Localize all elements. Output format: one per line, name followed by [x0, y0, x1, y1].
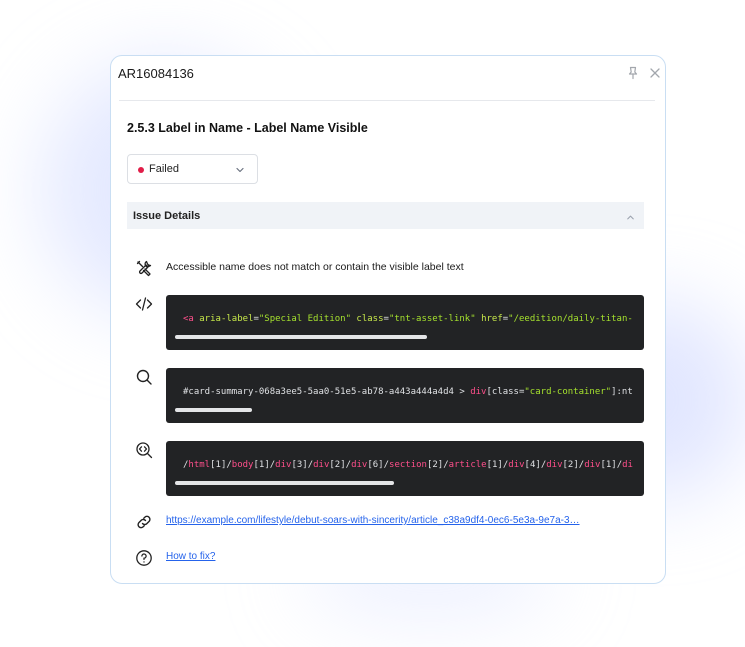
status-dot [138, 167, 144, 173]
snippet-tag: a [188, 314, 194, 324]
selector-suffix: ]:nt [611, 387, 633, 397]
xpath-seg: /section[2] [383, 460, 444, 470]
horizontal-scrollbar[interactable] [175, 335, 427, 339]
pin-icon[interactable] [625, 65, 641, 81]
help-circle-icon [135, 549, 153, 567]
chevron-down-icon [234, 163, 246, 175]
tools-icon [135, 259, 153, 277]
selector-tag: div [470, 387, 487, 397]
status-dropdown[interactable]: Failed [127, 154, 258, 184]
xpath-seg: /div[2] [540, 460, 579, 470]
xpath-seg: /div[3] [269, 460, 308, 470]
issue-description: Accessible name does not match or contai… [166, 261, 464, 273]
snippet-value: "Special Edition" [258, 314, 351, 324]
css-selector-block[interactable]: #card-summary-068a3ee5-5aa0-51e5-ab78-a4… [166, 368, 644, 423]
section-title: Issue Details [133, 210, 201, 222]
xpath-block[interactable]: /html[1]/body[1]/div[3]/div[2]/div[6]/se… [166, 441, 644, 496]
xpath: /html[1]/body[1]/div[3]/div[2]/div[6]/se… [183, 460, 633, 470]
xpath-seg: /html[1] [183, 460, 227, 470]
html-snippet: <a aria-label="Special Edition" class="t… [183, 314, 633, 324]
snippet-attr: class [356, 314, 384, 324]
how-to-fix-link[interactable]: How to fix? [166, 551, 215, 562]
xpath-seg: /body[1] [226, 460, 270, 470]
xpath-seg: /div[1] [578, 460, 617, 470]
card-header: AR16084136 [111, 56, 665, 101]
css-selector: #card-summary-068a3ee5-5aa0-51e5-ab78-a4… [183, 387, 633, 397]
close-icon[interactable] [647, 65, 663, 81]
xpath-seg: /div[4] [502, 460, 541, 470]
rule-title: 2.5.3 Label in Name - Label Name Visible [127, 121, 368, 135]
zoom-code-icon [135, 441, 153, 459]
search-icon [135, 368, 153, 386]
chevron-up-icon [625, 210, 636, 221]
xpath-seg: /div[6] [345, 460, 384, 470]
snippet-value: "/eedition/daily-titan- [508, 314, 633, 324]
horizontal-scrollbar[interactable] [175, 408, 252, 412]
header-divider [119, 100, 655, 101]
xpath-seg: /di [616, 460, 633, 470]
status-label: Failed [149, 163, 179, 175]
issue-details-toggle[interactable]: Issue Details [127, 202, 644, 229]
link-icon [135, 513, 153, 531]
selector-bracket: [class= [486, 387, 525, 397]
snippet-attr: aria-label [199, 314, 254, 324]
snippet-value: "tnt-asset-link" [388, 314, 476, 324]
xpath-seg: /article[1] [443, 460, 503, 470]
horizontal-scrollbar[interactable] [175, 481, 394, 485]
code-icon [135, 295, 153, 313]
issue-card: AR16084136 2.5.3 Label in Name - Label N… [110, 55, 666, 584]
page-url-link[interactable]: https://example.com/lifestyle/debut-soar… [166, 515, 636, 526]
html-snippet-block[interactable]: <a aria-label="Special Edition" class="t… [166, 295, 644, 350]
selector-prefix: #card-summary-068a3ee5-5aa0-51e5-ab78-a4… [183, 387, 471, 397]
snippet-attr: href [481, 314, 503, 324]
selector-value: "card-container" [524, 387, 612, 397]
xpath-seg: /div[2] [307, 460, 346, 470]
issue-id: AR16084136 [118, 66, 194, 81]
